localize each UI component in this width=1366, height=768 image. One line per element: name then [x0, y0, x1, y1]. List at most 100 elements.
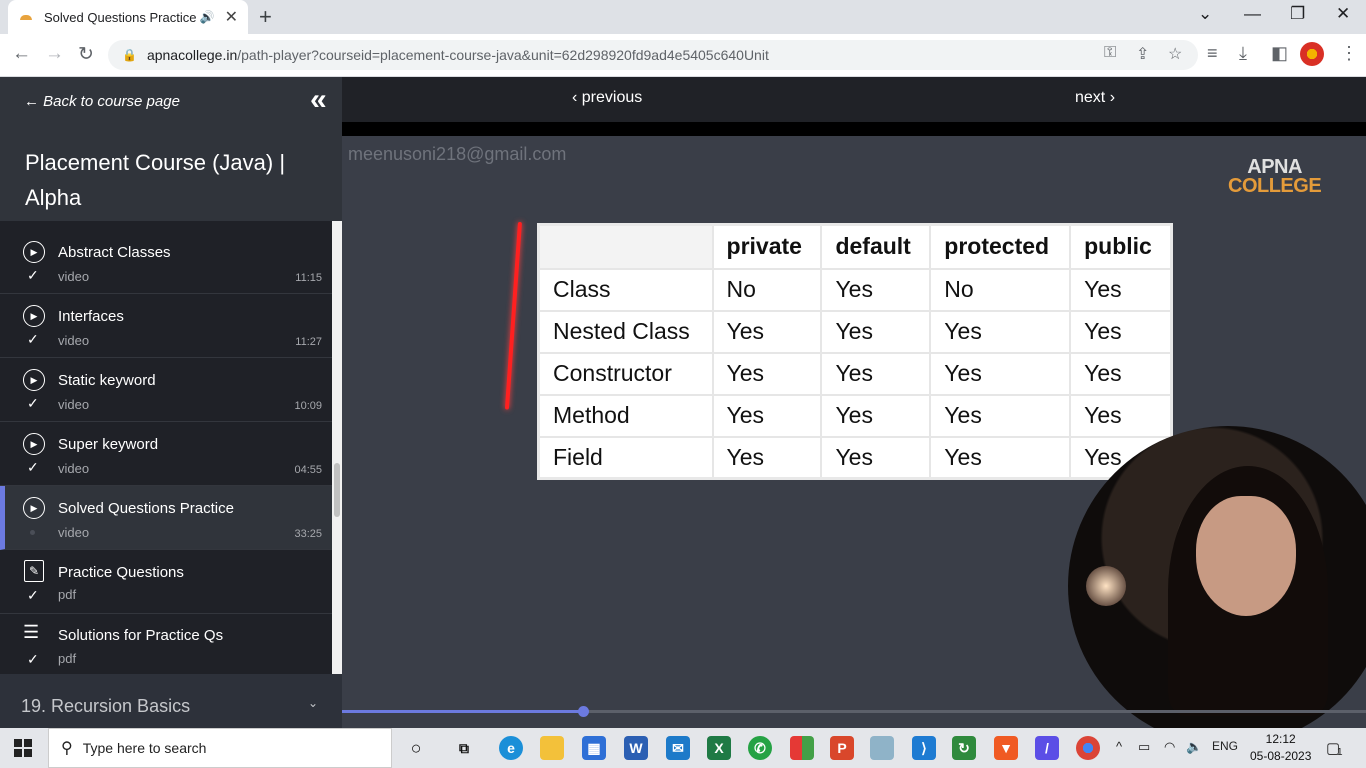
access-modifier-table: private default protected public Class N…: [537, 223, 1173, 480]
profile-avatar[interactable]: [1300, 42, 1324, 66]
play-circle-icon: ▶: [23, 433, 45, 455]
whatsapp-icon[interactable]: ✆: [748, 736, 772, 760]
lesson-name: Super keyword: [58, 436, 159, 453]
table-header-cell: private: [711, 223, 823, 270]
next-button[interactable]: next ›: [1075, 89, 1115, 107]
table-cell: Yes: [820, 309, 932, 354]
progress-fill: [342, 710, 583, 713]
table-row: Field Yes Yes Yes Yes: [537, 435, 1173, 480]
battery-icon[interactable]: ▭: [1138, 739, 1150, 755]
table-cell: Yes: [1069, 351, 1173, 396]
app-grid-icon[interactable]: [790, 736, 814, 760]
sidebar-scrollbar[interactable]: [332, 221, 342, 674]
download-icon[interactable]: ⤓: [1239, 43, 1247, 64]
tray-chevron-icon[interactable]: ^: [1116, 739, 1122, 754]
check-icon: ✓: [27, 267, 39, 283]
volume-icon[interactable]: 🔈: [1186, 739, 1202, 755]
progress-knob[interactable]: [577, 706, 589, 717]
lesson-name: Solved Questions Practice: [58, 500, 234, 517]
video-progress-bar[interactable]: [342, 706, 1366, 728]
table-header-cell: protected: [929, 223, 1072, 270]
brave-icon[interactable]: ▼: [994, 736, 1018, 760]
audio-playing-icon[interactable]: 🔊: [200, 10, 215, 24]
media-control-icon[interactable]: ≡: [1207, 43, 1218, 64]
lesson-item[interactable]: ✎ ✓ Practice Questions pdf: [0, 550, 332, 614]
lesson-name: Abstract Classes: [58, 244, 171, 261]
excel-icon[interactable]: X: [707, 736, 731, 760]
forward-arrow-icon[interactable]: →: [45, 43, 64, 65]
password-key-icon[interactable]: ⚿: [1104, 44, 1116, 62]
vscode-icon[interactable]: ⟩: [912, 736, 936, 760]
store-icon[interactable]: ▦: [582, 736, 606, 760]
lock-icon[interactable]: 🔒: [122, 48, 137, 62]
lesson-item[interactable]: ▶ ✓ Interfaces video 11:27: [0, 294, 332, 358]
site-favicon-icon: [18, 12, 34, 22]
lesson-item-active[interactable]: ▶ Solved Questions Practice video 33:25: [0, 486, 332, 550]
section-header-recursion[interactable]: 19. Recursion Basics ⌄: [0, 674, 342, 728]
check-icon: ✓: [27, 587, 39, 603]
windows-start-icon[interactable]: [14, 739, 32, 757]
minimize-button[interactable]: —: [1244, 4, 1261, 24]
url-host: apnacollege.in: [146, 47, 238, 63]
share-icon[interactable]: ⇪: [1136, 44, 1149, 64]
table-cell: Yes: [929, 435, 1072, 480]
player-top-strip: [342, 122, 1366, 136]
lesson-name: Static keyword: [58, 372, 156, 389]
mail-icon[interactable]: ✉: [666, 736, 690, 760]
sync-app-icon[interactable]: ↻: [952, 736, 976, 760]
file-explorer-icon[interactable]: [540, 736, 564, 760]
table-header-row: private default protected public: [537, 223, 1173, 270]
logo-line-2: COLLEGE: [1228, 175, 1322, 197]
table-cell: Constructor: [537, 351, 714, 396]
sidebar-scroll-thumb[interactable]: [334, 463, 340, 517]
menu-dots-icon[interactable]: ⋮: [1340, 43, 1358, 64]
cortana-icon[interactable]: ○: [404, 736, 428, 760]
chrome-icon[interactable]: [1076, 736, 1100, 760]
powerpoint-icon[interactable]: P: [830, 736, 854, 760]
table-cell: Yes: [929, 393, 1072, 438]
play-circle-icon: ▶: [23, 305, 45, 327]
taskbar-clock[interactable]: 12:12 05-08-2023: [1250, 731, 1311, 765]
notification-count: 1: [1337, 747, 1343, 758]
lesson-item[interactable]: ▶ ✓ Static keyword video 10:09: [0, 358, 332, 422]
word-icon[interactable]: W: [624, 736, 648, 760]
lesson-item[interactable]: ☰ ✓ Solutions for Practice Qs pdf: [0, 614, 332, 677]
side-panel-icon[interactable]: ◧: [1271, 43, 1288, 64]
collapse-sidebar-icon[interactable]: «: [310, 83, 326, 117]
close-window-button[interactable]: ✕: [1336, 4, 1350, 24]
lesson-name: Interfaces: [58, 308, 124, 325]
table-row: Class No Yes No Yes: [537, 267, 1173, 312]
taskbar-search[interactable]: ⚲ Type here to search: [48, 728, 392, 768]
reload-icon[interactable]: ↻: [78, 43, 94, 66]
table-row: Nested Class Yes Yes Yes Yes: [537, 309, 1173, 354]
table-cell: Yes: [929, 351, 1072, 396]
lesson-item[interactable]: ▶ ✓ Abstract Classes video 11:15: [0, 230, 332, 294]
bookmark-star-icon[interactable]: ☆: [1168, 44, 1182, 64]
previous-button[interactable]: ‹ previous: [572, 89, 642, 107]
task-view-icon[interactable]: ⧉: [452, 736, 476, 760]
close-tab-icon[interactable]: ✕: [225, 7, 238, 27]
check-icon: ✓: [27, 459, 39, 475]
browser-tab[interactable]: Solved Questions Practice 🔊 ✕: [8, 0, 248, 34]
table-cell: Yes: [711, 351, 823, 396]
dev-app-icon[interactable]: /: [1035, 736, 1059, 760]
checklist-icon: ☰: [23, 622, 40, 642]
table-cell: Yes: [1069, 309, 1173, 354]
language-indicator[interactable]: ENG: [1212, 739, 1238, 753]
lesson-duration: 04:55: [294, 464, 322, 476]
course-title: Placement Course (Java) | Alpha: [25, 150, 286, 210]
url-bar[interactable]: 🔒 apnacollege.in/path-player?courseid=pl…: [108, 40, 1198, 70]
lesson-item[interactable]: ▶ ✓ Super keyword video 04:55: [0, 422, 332, 486]
new-tab-button[interactable]: +: [259, 4, 272, 30]
wifi-icon[interactable]: ◠: [1164, 739, 1175, 755]
lesson-type: pdf: [58, 651, 77, 666]
notes-icon[interactable]: [870, 736, 894, 760]
table-header-cell: default: [820, 223, 932, 270]
tab-search-icon[interactable]: ⌄: [1198, 4, 1212, 24]
edge-icon[interactable]: e: [499, 736, 523, 760]
table-cell: Class: [537, 267, 714, 312]
restore-button[interactable]: ❐: [1290, 4, 1305, 24]
back-arrow-icon[interactable]: ←: [12, 43, 31, 65]
video-player[interactable]: meenusoni218@gmail.com APNA COLLEGE priv…: [342, 136, 1366, 728]
back-to-course-link[interactable]: ← Back to course page: [24, 93, 180, 110]
